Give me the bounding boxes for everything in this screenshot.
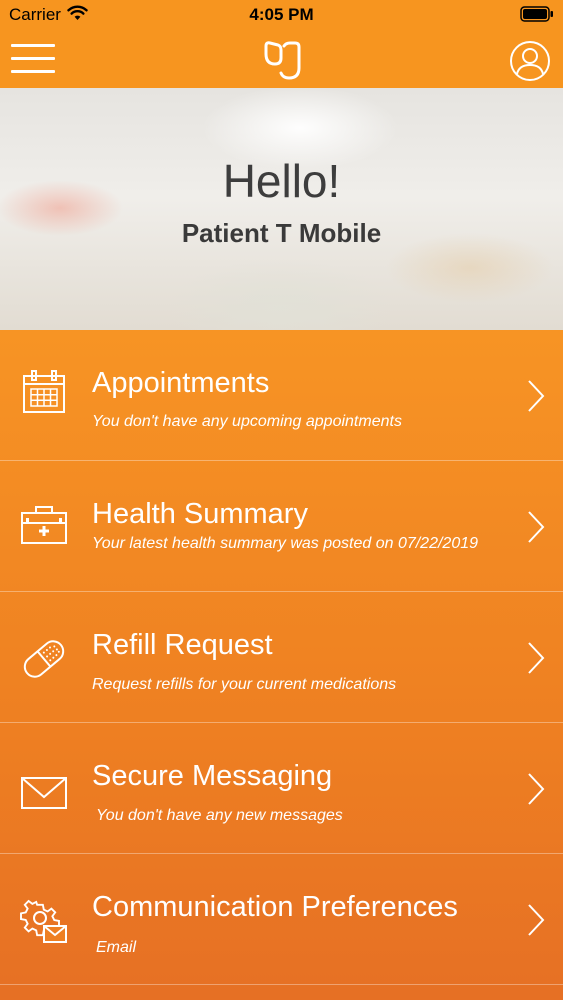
profile-icon[interactable] — [509, 40, 551, 82]
menu-list: Appointments You don't have any upcoming… — [0, 330, 563, 1000]
menu-item-refill-request[interactable]: Refill Request Request refills for your … — [0, 592, 563, 723]
menu-item-subtitle: Your latest health summary was posted on… — [92, 535, 479, 552]
chevron-right-icon — [528, 380, 545, 412]
logo-icon — [264, 41, 301, 80]
chevron-right-icon — [528, 642, 545, 674]
menu-item-title: Refill Request — [92, 629, 273, 661]
medical-kit-icon — [21, 506, 67, 544]
envelope-icon — [21, 777, 67, 809]
menu-item-title: Health Summary — [92, 498, 308, 530]
menu-item-subtitle: You don't have any upcoming appointments — [92, 413, 402, 430]
menu-item-title: Appointments — [92, 367, 270, 399]
menu-item-subtitle: Request refills for your current medicat… — [92, 676, 397, 693]
hero-greeting: Hello! — [222, 155, 341, 207]
patient-name: Patient T Mobile — [181, 218, 382, 248]
menu-item-title: Secure Messaging — [92, 760, 333, 792]
menu-item-secure-messaging[interactable]: Secure Messaging You don't have any new … — [0, 723, 563, 854]
menu-icon[interactable] — [11, 43, 55, 75]
chevron-right-icon — [528, 773, 545, 805]
menu-item-appointments[interactable]: Appointments You don't have any upcoming… — [0, 330, 563, 461]
gear-envelope-icon — [20, 899, 67, 943]
battery-icon — [520, 6, 553, 22]
chevron-right-icon — [528, 904, 545, 936]
status-bar: Carrier 4:05 PM — [0, 0, 563, 30]
menu-item-title: Communication Preferences — [92, 891, 458, 923]
menu-item-health-summary[interactable]: Health Summary Your latest health summar… — [0, 461, 563, 592]
calendar-icon — [23, 370, 65, 413]
top-bar: Carrier 4:05 PM — [0, 0, 563, 88]
status-time: 4:05 PM — [249, 5, 314, 24]
menu-item-subtitle: You don't have any new messages — [96, 807, 343, 824]
menu-item-subtitle: Email — [96, 939, 137, 956]
hero-banner: Hello! Patient T Mobile — [0, 88, 563, 330]
pill-icon — [23, 640, 65, 678]
menu-item-communication-preferences[interactable]: Communication Preferences Email — [0, 854, 563, 985]
chevron-right-icon — [528, 511, 545, 543]
